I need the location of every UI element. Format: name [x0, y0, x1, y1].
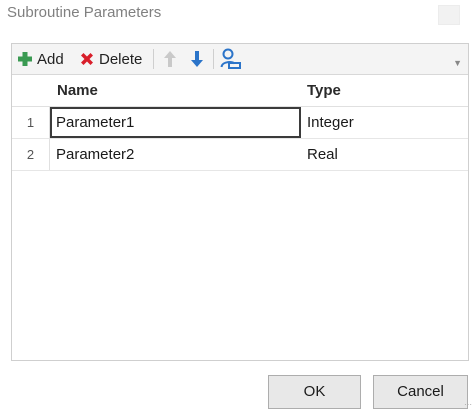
move-down-button[interactable]	[190, 48, 204, 70]
toolbar: Add Delete ▼	[12, 44, 468, 75]
cancel-button[interactable]: Cancel	[373, 375, 468, 409]
row-number: 1	[12, 107, 50, 138]
row-number: 2	[12, 139, 50, 170]
parameters-grid: Name Type 1 Parameter1 Integer 2 Paramet…	[12, 75, 468, 171]
chevron-down-icon[interactable]: ▼	[453, 58, 462, 68]
table-row[interactable]: 2 Parameter2 Real	[12, 139, 468, 171]
person-edit-icon	[220, 48, 241, 69]
name-cell[interactable]: Parameter1	[50, 107, 301, 138]
add-button-label: Add	[37, 50, 64, 68]
parameters-panel: Add Delete ▼ Name Type 1 Parameter1 Inte…	[11, 43, 469, 361]
x-icon	[81, 53, 93, 65]
name-cell[interactable]: Parameter2	[50, 139, 301, 170]
close-button[interactable]	[438, 5, 460, 25]
dialog-title: Subroutine Parameters	[7, 4, 162, 21]
type-cell[interactable]: Real	[301, 139, 461, 170]
column-header-name[interactable]: Name	[57, 82, 98, 99]
toolbar-separator	[153, 49, 154, 69]
rename-button[interactable]	[220, 48, 242, 70]
move-up-button[interactable]	[163, 48, 177, 70]
table-row[interactable]: 1 Parameter1 Integer	[12, 107, 468, 139]
resize-grip[interactable]: ⋯	[464, 400, 472, 409]
arrow-down-icon	[191, 51, 203, 67]
delete-button[interactable]: Delete	[79, 48, 142, 70]
add-button[interactable]: Add	[17, 48, 64, 70]
ok-button[interactable]: OK	[268, 375, 361, 409]
arrow-up-icon	[164, 51, 176, 67]
column-header-type[interactable]: Type	[307, 82, 341, 99]
plus-icon	[18, 52, 32, 66]
grid-header: Name Type	[12, 75, 468, 107]
type-cell[interactable]: Integer	[301, 107, 461, 138]
delete-button-label: Delete	[99, 50, 143, 68]
toolbar-separator	[213, 49, 214, 69]
